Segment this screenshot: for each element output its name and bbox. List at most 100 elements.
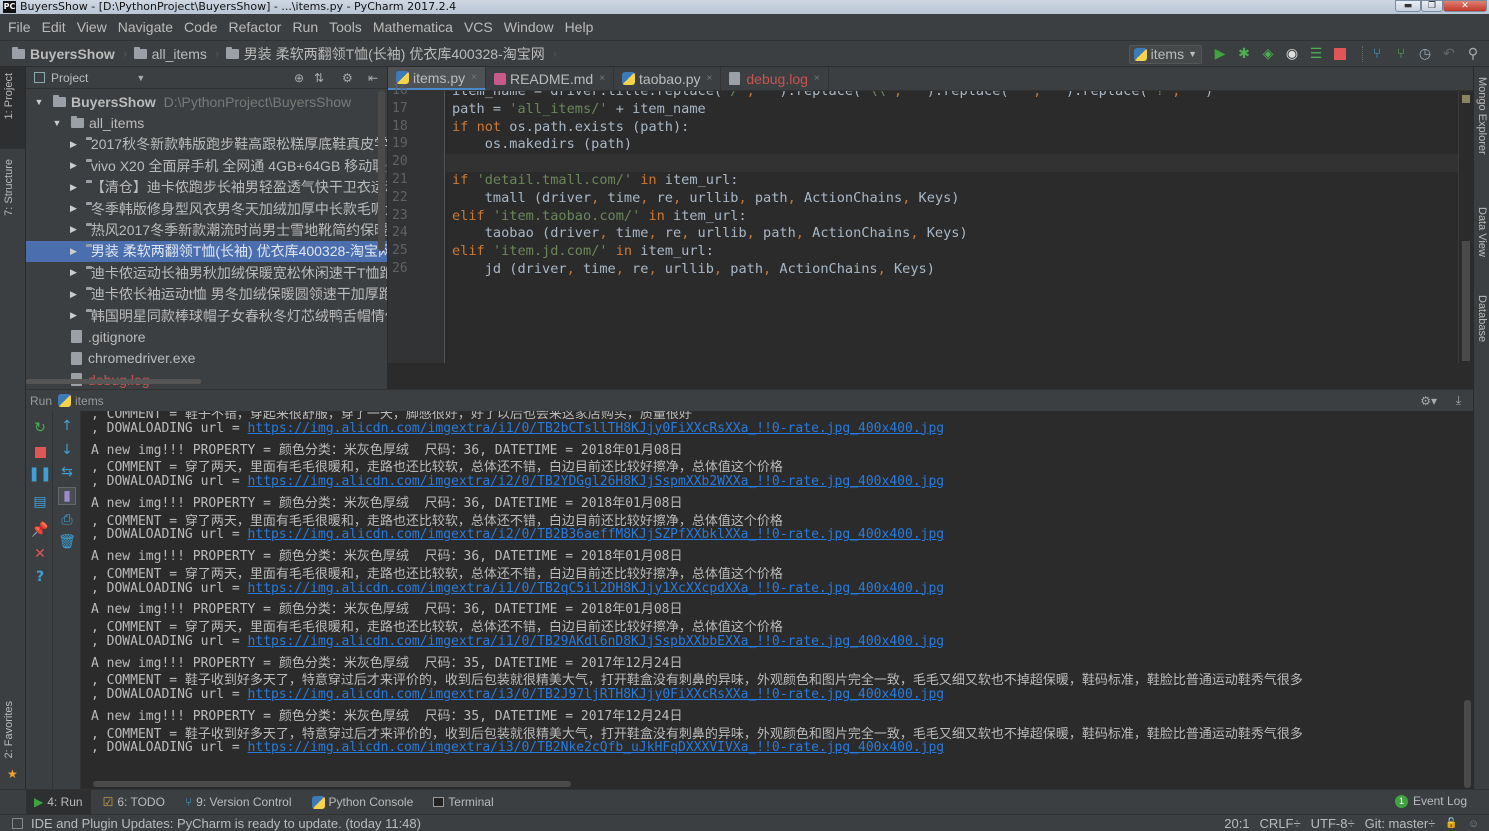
console-link[interactable]: https://img.alicdn.com/imgextra/i2/0/TB2… [248,527,945,542]
stop-icon[interactable] [31,443,49,461]
chevron-down-icon[interactable]: ▼ [136,73,145,83]
project-hscrollbar[interactable] [26,379,201,384]
event-log-button[interactable]: 1 Event Log [1394,794,1467,808]
tree-folder-item[interactable]: ▶ 男装 柔软两翻领T恤(长袖) 优衣库400328-淘宝网 [26,240,387,262]
hector-inspector-icon[interactable]: ☺ [1468,818,1479,830]
tree-folder-item[interactable]: ▼ BuyersShow D:\PythonProject\BuyersShow [26,91,387,112]
git-branch-select[interactable]: Git: master÷ [1365,816,1436,831]
tab-version-control[interactable]: ⑂ 9: Version Control [177,790,300,814]
console-link[interactable]: https://img.alicdn.com/imgextra/i1/0/TB2… [248,581,945,596]
close-window-button[interactable]: ✕ [1443,0,1487,12]
menu-view[interactable]: View [77,19,107,35]
toggle-tool-windows-icon[interactable] [12,817,23,829]
encoding-select[interactable]: UTF-8÷ [1311,816,1355,831]
menu-help[interactable]: Help [565,19,594,35]
mongo-explorer-tab[interactable]: Mongo Explorer [1474,77,1489,187]
tab-readme-md[interactable]: README.md × [486,67,615,90]
lock-icon[interactable]: 🔓 [1445,818,1457,829]
tree-folder-item[interactable]: ▶ 冬季韩版修身型风衣男冬天加绒加厚中长款毛呢大 [26,198,387,219]
chevron-right-icon[interactable]: ▶ [70,267,77,278]
search-icon[interactable]: ⚲ [1465,46,1481,62]
console-link[interactable]: https://img.alicdn.com/imgextra/i1/0/TB2… [248,421,945,436]
menu-refactor[interactable]: Refactor [229,19,282,35]
run-console-output[interactable]: , COMMENT = 鞋子不错，穿起来很舒服，穿了一天，脚感很好，好了以后也会… [81,411,1473,778]
tree-folder-item[interactable]: ▶ vivo X20 全面屏手机 全网通 4GB+64GB 移动联通 [26,155,387,176]
breadcrumb-all-items[interactable]: all_items [133,46,207,62]
coverage-icon[interactable]: ◈ [1260,46,1276,62]
tab-debug-log[interactable]: debug.log × [721,67,829,90]
stop-icon[interactable] [1332,46,1348,62]
tree-file-item[interactable]: chromedriver.exe [26,348,387,369]
profile-icon[interactable]: ◉ [1284,46,1300,62]
close-tab-icon[interactable]: × [707,73,713,84]
project-vscrollbar[interactable] [378,91,385,251]
breadcrumb-current-folder[interactable]: 男装 柔软两翻领T恤(长袖) 优衣库400328-淘宝网 [225,44,545,64]
tab-run[interactable]: ▶ 4: Run [26,790,91,814]
console-link[interactable]: https://img.alicdn.com/imgextra/i3/0/TB2… [248,687,945,702]
tree-folder-item[interactable]: ▶ 2017秋冬新款韩版跑步鞋高跟松糕厚底鞋真皮学生 [26,134,387,155]
data-view-tab[interactable]: Data View [1474,207,1489,277]
caret-position[interactable]: 20:1 [1224,816,1249,831]
chevron-right-icon[interactable]: ▶ [70,224,77,235]
minimize-button[interactable]: ▬ [1395,0,1421,12]
soft-wrap-icon[interactable]: ⇆ [58,463,76,481]
menu-code[interactable]: Code [184,19,217,35]
tab-todo[interactable]: ☑ 6: TODO [95,790,173,814]
chevron-right-icon[interactable]: ▶ [70,203,77,214]
code-editor[interactable]: item_name = driver.title.replace('/', ''… [446,91,1458,363]
revert-icon[interactable]: ↶ [1441,46,1457,62]
line-separator-select[interactable]: CRLF÷ [1260,816,1301,831]
vcs-update-icon[interactable]: ⑂ [1369,46,1385,62]
tab-terminal[interactable]: Terminal [425,790,501,814]
console-link[interactable]: https://img.alicdn.com/imgextra/i1/0/TB2… [248,634,945,649]
vcs-commit-icon[interactable]: ⑂ [1393,46,1409,62]
tree-folder-item[interactable]: ▼ all_items [26,112,387,133]
hide-panel-icon[interactable]: ⤓ [1456,393,1461,408]
up-arrow-icon[interactable]: ↑ [58,417,76,435]
scroll-to-end-icon[interactable]: ▮ [58,487,76,505]
collapse-all-icon[interactable]: ⇅ [314,71,324,85]
maximize-button[interactable]: ❐ [1421,0,1443,12]
close-tab-icon[interactable]: × [471,72,477,83]
dump-threads-icon[interactable]: ▤ [31,493,49,511]
database-tab[interactable]: Database [1474,295,1489,365]
status-message[interactable]: IDE and Plugin Updates: PyCharm is ready… [31,816,421,831]
pause-icon[interactable]: ❚❚ [28,465,51,483]
tree-folder-item[interactable]: ▶ 热风2017冬季新款潮流时尚男士雪地靴简约保暖靴 [26,219,387,240]
project-tool-tab[interactable]: 1: Project [0,67,25,149]
favorites-tool-tab[interactable]: 2: Favorites ★ [0,697,25,782]
editor-scrollbar[interactable] [1458,91,1473,363]
tree-folder-item[interactable]: ▶ 【清仓】迪卡侬跑步长袖男轻盈透气快干卫衣运动 [26,177,387,198]
project-view-select[interactable]: Project [51,71,88,85]
gear-icon[interactable]: ⚙ [342,71,353,85]
console-vscrollbar[interactable] [1464,700,1471,788]
console-scroll-thumb[interactable] [93,781,571,787]
console-link[interactable]: https://img.alicdn.com/imgextra/i2/0/TB2… [248,474,945,489]
tab-python-console[interactable]: Python Console [304,790,422,814]
print-icon[interactable]: ⎙ [58,511,76,529]
tree-folder-item[interactable]: ▶ 迪卡侬运动长袖男秋加绒保暖宽松休闲速干T恤跑步 [26,262,387,283]
run-icon[interactable]: ▶ [1212,46,1228,62]
tree-file-item[interactable]: .gitignore [26,326,387,347]
down-arrow-icon[interactable]: ↓ [58,441,76,459]
tree-folder-item[interactable]: ▶ 韩国明星同款棒球帽子女春秋冬灯芯绒鸭舌帽情侣 [26,305,387,326]
menu-file[interactable]: File [8,19,31,35]
concurrency-icon[interactable]: ☰ [1308,46,1324,62]
pin-icon[interactable]: 📌 [31,521,49,539]
chevron-right-icon[interactable]: ▶ [70,160,77,171]
console-hscrollbar[interactable] [81,778,1473,789]
close-icon[interactable]: ✕ [31,545,49,563]
menu-window[interactable]: Window [504,19,554,35]
menu-mathematica[interactable]: Mathematica [373,19,453,35]
editor-scroll-thumb[interactable] [1462,241,1470,361]
tree-folder-item[interactable]: ▶ 迪卡侬长袖运动t恤 男冬加绒保暖圆领速干加厚跑步 [26,284,387,305]
structure-tool-tab[interactable]: 7: Structure [0,155,25,245]
run-config-tab[interactable]: items [75,394,104,408]
chevron-right-icon[interactable]: ▶ [70,246,77,257]
debug-icon[interactable]: ✱ [1236,46,1252,62]
vcs-history-icon[interactable]: ◷ [1417,46,1433,62]
chevron-right-icon[interactable]: ▶ [70,310,77,321]
trash-icon[interactable]: 🗑 [58,533,76,551]
tab-taobao-py[interactable]: taobao.py × [614,67,722,90]
help-icon[interactable]: ? [31,568,49,586]
